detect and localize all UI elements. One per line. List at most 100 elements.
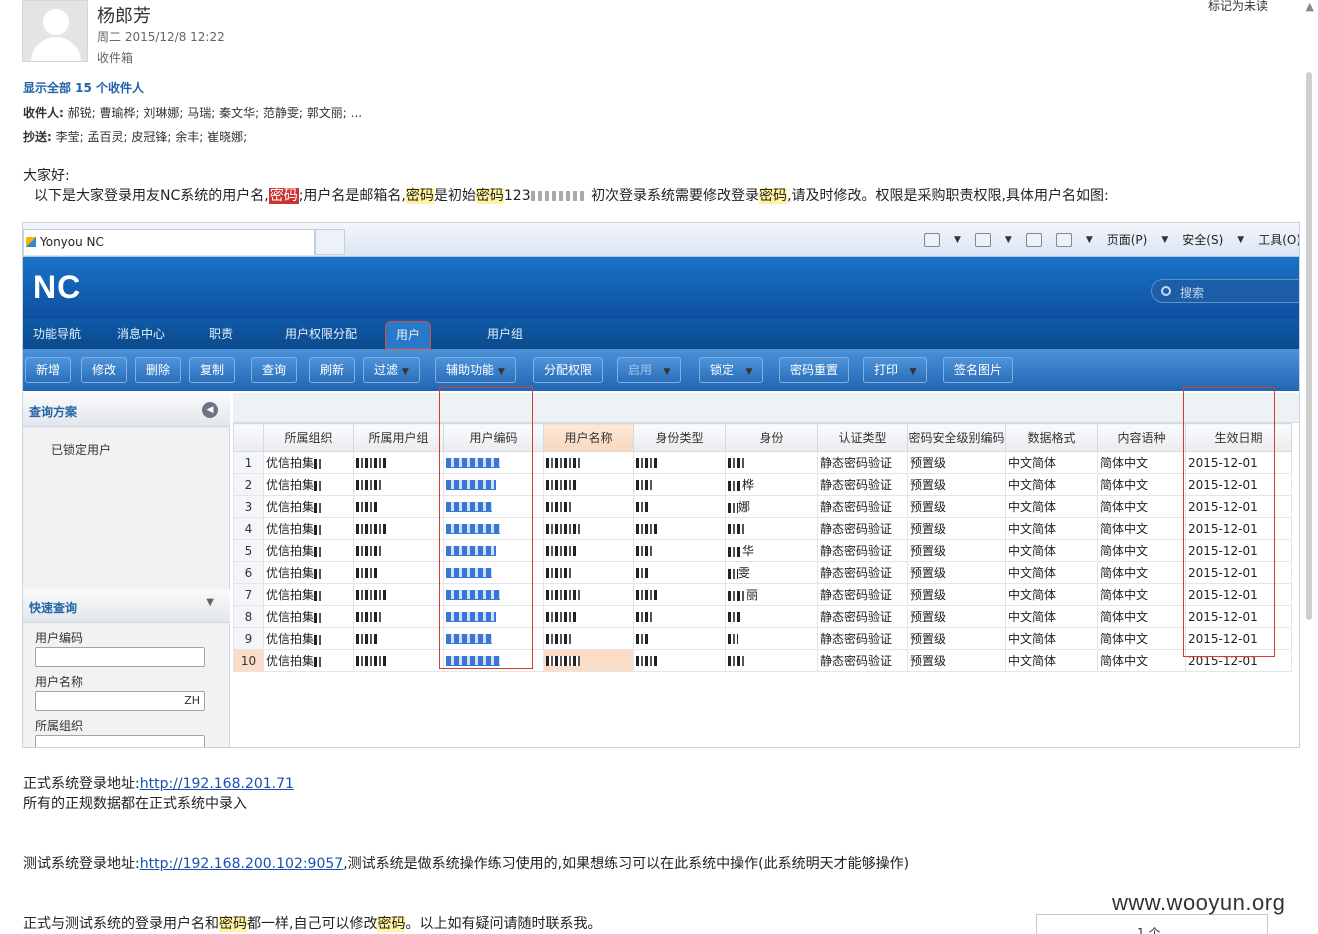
nav-function-navigation[interactable]: 功能导航: [33, 319, 81, 349]
query-scheme-header[interactable]: 查询方案 ◀: [23, 393, 230, 427]
org-cell: 优信拍集: [263, 583, 354, 606]
attachment-pager[interactable]: 1 个(共 6 个): [1036, 914, 1268, 934]
redacted-value: [314, 458, 323, 469]
safety-menu[interactable]: 安全(S): [1182, 231, 1223, 248]
query-button[interactable]: 查询: [251, 357, 298, 383]
filter-button[interactable]: 过滤 ▼: [363, 357, 420, 383]
col-auth-type[interactable]: 认证类型: [817, 423, 908, 452]
test-url-link[interactable]: http://192.168.200.102:9057: [140, 856, 343, 872]
auth-type-cell: 静态密码验证: [817, 561, 908, 584]
col-org[interactable]: 所属组织: [263, 423, 354, 452]
copy-button[interactable]: 复制: [189, 357, 236, 383]
show-all-recipients-link[interactable]: 显示全部 15 个收件人: [23, 79, 144, 96]
nav-user-groups[interactable]: 用户组: [487, 319, 523, 349]
print-button[interactable]: 打印 ▼: [863, 357, 928, 383]
data-format-cell: 中文简体: [1005, 539, 1098, 562]
row-number-cell-text: 5: [244, 543, 253, 558]
user-name-cell: [543, 649, 634, 672]
add-button[interactable]: 新增: [25, 357, 72, 383]
enable-button[interactable]: 启用 ▼: [617, 357, 682, 383]
identity-type-cell: [633, 495, 726, 518]
table-row[interactable]: 8 优信拍集 静态密码验证 预置级 中文简体 简体中文 2015-12-01: [233, 605, 1292, 628]
org-cell: 优信拍集: [263, 627, 354, 650]
redacted-value: [728, 568, 738, 579]
chevron-down-icon: ▼: [745, 367, 753, 377]
nav-users[interactable]: 用户: [385, 321, 432, 349]
table-row[interactable]: 9 优信拍集 静态密码验证 预置级 中文简体 简体中文 2015-12-01: [233, 627, 1292, 650]
col-pw-level[interactable]: 密码安全级别编码: [907, 423, 1006, 452]
table-row[interactable]: 3 优信拍集娜静态密码验证 预置级 中文简体 简体中文 2015-12-01: [233, 495, 1292, 518]
email-scrollbar[interactable]: [1306, 72, 1312, 620]
signature-image-button[interactable]: 签名图片: [943, 357, 1014, 383]
col-user-group[interactable]: 所属用户组: [353, 423, 444, 452]
nav-message-center[interactable]: 消息中心: [117, 319, 165, 349]
redacted-value: [314, 568, 323, 579]
rss-icon[interactable]: [974, 232, 991, 247]
row-number-cell: 2: [233, 473, 264, 496]
table-row[interactable]: 10 优信拍集 静态密码验证 预置级 中文简体 简体中文 2015-12-01: [233, 649, 1292, 672]
table-row[interactable]: 7 优信拍集丽静态密码验证 预置级 中文简体 简体中文 2015-12-01: [233, 583, 1292, 606]
refresh-button[interactable]: 刷新: [309, 357, 356, 383]
user-code-input[interactable]: [35, 647, 205, 667]
redacted-value: [636, 524, 658, 534]
reset-password-button[interactable]: 密码重置: [779, 357, 850, 383]
page-menu[interactable]: 页面(P): [1107, 231, 1148, 248]
prod-url-link[interactable]: http://192.168.201.71: [140, 776, 294, 792]
redacted-value: [636, 546, 654, 556]
content-lang-cell-text: 简体中文: [1100, 632, 1149, 646]
org-cell-text: 优信拍集: [266, 632, 315, 646]
auth-type-cell-text: 静态密码验证: [820, 588, 893, 602]
table-row[interactable]: 5 优信拍集华静态密码验证 预置级 中文简体 简体中文 2015-12-01: [233, 539, 1292, 562]
mark-unread-link[interactable]: 标记为未读: [1208, 0, 1268, 14]
home-icon[interactable]: [923, 232, 940, 247]
scroll-up-arrow-icon[interactable]: ▲: [1306, 0, 1314, 13]
identity-type-cell: [633, 583, 726, 606]
mail-icon[interactable]: [1025, 232, 1042, 247]
redacted-value: [546, 502, 572, 512]
collapse-left-icon[interactable]: ◀: [202, 402, 218, 418]
nav-duties[interactable]: 职责: [209, 319, 233, 349]
redacted-value: [314, 502, 323, 513]
table-row[interactable]: 2 优信拍集桦静态密码验证 预置级 中文简体 简体中文 2015-12-01: [233, 473, 1292, 496]
lock-button[interactable]: 锁定 ▼: [699, 357, 764, 383]
locked-users-item[interactable]: 已锁定用户: [51, 441, 111, 458]
auth-type-cell-text: 静态密码验证: [820, 456, 893, 470]
row-number-cell: 5: [233, 539, 264, 562]
pw-level-cell: 预置级: [907, 561, 1006, 584]
col-identity-type[interactable]: 身份类型: [633, 423, 726, 452]
col-identity[interactable]: 身份: [725, 423, 818, 452]
browser-tab[interactable]: Yonyou NC: [23, 229, 315, 255]
auth-type-cell: 静态密码验证: [817, 517, 908, 540]
user-name-input[interactable]: ZH: [35, 691, 205, 711]
user-name-cell: [543, 473, 634, 496]
table-row[interactable]: 6 优信拍集雯静态密码验证 预置级 中文简体 简体中文 2015-12-01: [233, 561, 1292, 584]
nav-user-permissions[interactable]: 用户权限分配: [285, 319, 357, 349]
cc-list[interactable]: 李莹; 孟百灵; 皮冠锋; 余丰; 崔晓娜;: [56, 130, 247, 144]
print-icon[interactable]: [1055, 232, 1072, 247]
edit-button[interactable]: 修改: [81, 357, 128, 383]
pw-level-cell: 预置级: [907, 583, 1006, 606]
user-name-cell: [543, 495, 634, 518]
aux-functions-button[interactable]: 辅助功能 ▼: [435, 357, 516, 383]
org-input[interactable]: [35, 735, 205, 747]
table-row[interactable]: 4 优信拍集 静态密码验证 预置级 中文简体 简体中文 2015-12-01: [233, 517, 1292, 540]
chevron-down-icon: ▼: [909, 367, 917, 377]
delete-button[interactable]: 删除: [135, 357, 182, 383]
content-lang-cell-text: 简体中文: [1100, 610, 1149, 624]
new-tab-button[interactable]: [315, 229, 345, 255]
assign-permissions-button[interactable]: 分配权限: [533, 357, 604, 383]
col-content-lang[interactable]: 内容语种: [1097, 423, 1186, 452]
redacted-value: [728, 612, 742, 622]
col-data-format[interactable]: 数据格式: [1005, 423, 1098, 452]
to-list[interactable]: 郝锐; 曹瑜桦; 刘琳娜; 马瑞; 秦文华; 范静雯; 郭文丽; ...: [68, 106, 362, 120]
data-format-cell: 中文简体: [1005, 451, 1098, 474]
col-user-name[interactable]: 用户名称: [543, 423, 634, 452]
tools-menu[interactable]: 工具(O): [1258, 231, 1299, 248]
identity-type-cell: [633, 627, 726, 650]
chevron-down-icon[interactable]: ▼: [206, 597, 214, 608]
search-input[interactable]: 搜索: [1151, 279, 1299, 303]
browser-command-bar: ▼ ▼ ▼ 页面(P) ▼ 安全(S) ▼ 工具(O): [923, 231, 1299, 248]
table-row[interactable]: 1 优信拍集 静态密码验证 预置级 中文简体 简体中文 2015-12-01: [233, 451, 1292, 474]
content-lang-cell-text: 简体中文: [1100, 544, 1149, 558]
quick-query-header[interactable]: 快速查询 ▼: [23, 589, 230, 623]
